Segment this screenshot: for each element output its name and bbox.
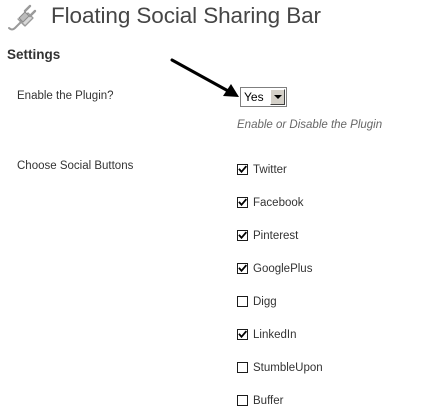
checkmark-icon xyxy=(238,198,247,207)
checkmark-icon xyxy=(238,231,247,240)
social-button-option-googleplus[interactable]: GooglePlus xyxy=(237,262,387,278)
page-header: Floating Social Sharing Bar xyxy=(0,0,425,40)
social-button-option-buffer[interactable]: Buffer xyxy=(237,394,387,410)
checkmark-icon xyxy=(238,264,247,273)
social-button-checkbox[interactable] xyxy=(237,296,248,307)
social-button-label: Twitter xyxy=(253,164,287,176)
social-button-option-stumbleupon[interactable]: StumbleUpon xyxy=(237,361,387,377)
social-button-checkbox[interactable] xyxy=(237,329,248,340)
social-button-label: StumbleUpon xyxy=(253,362,323,374)
social-button-option-facebook[interactable]: Facebook xyxy=(237,196,387,212)
enable-plugin-select[interactable]: Yes xyxy=(240,87,287,107)
social-button-option-twitter[interactable]: Twitter xyxy=(237,163,387,179)
social-button-label: GooglePlus xyxy=(253,263,313,275)
page-title: Floating Social Sharing Bar xyxy=(51,3,321,28)
settings-heading: Settings xyxy=(7,47,61,62)
checkmark-icon xyxy=(238,165,247,174)
social-buttons-label: Choose Social Buttons xyxy=(17,160,134,172)
social-button-label: Buffer xyxy=(253,395,284,407)
checkmark-icon xyxy=(238,330,247,339)
chevron-down-icon[interactable] xyxy=(270,89,285,105)
social-button-option-pinterest[interactable]: Pinterest xyxy=(237,229,387,245)
social-button-checkbox[interactable] xyxy=(237,230,248,241)
enable-plugin-select-value: Yes xyxy=(244,90,264,104)
social-button-label: Pinterest xyxy=(253,230,299,242)
social-button-label: Digg xyxy=(253,296,277,308)
plugin-icon xyxy=(8,4,37,31)
social-button-label: LinkedIn xyxy=(253,329,297,341)
social-button-checkbox[interactable] xyxy=(237,164,248,175)
social-button-option-digg[interactable]: Digg xyxy=(237,295,387,311)
annotation-arrow-icon xyxy=(170,58,239,97)
social-button-label: Facebook xyxy=(253,197,304,209)
social-button-option-linkedin[interactable]: LinkedIn xyxy=(237,328,387,344)
social-button-checkbox[interactable] xyxy=(237,197,248,208)
social-button-checkbox[interactable] xyxy=(237,395,248,406)
enable-plugin-description: Enable or Disable the Plugin xyxy=(237,119,383,131)
enable-plugin-label: Enable the Plugin? xyxy=(17,90,114,102)
social-button-checkbox[interactable] xyxy=(237,263,248,274)
social-button-checkbox[interactable] xyxy=(237,362,248,373)
